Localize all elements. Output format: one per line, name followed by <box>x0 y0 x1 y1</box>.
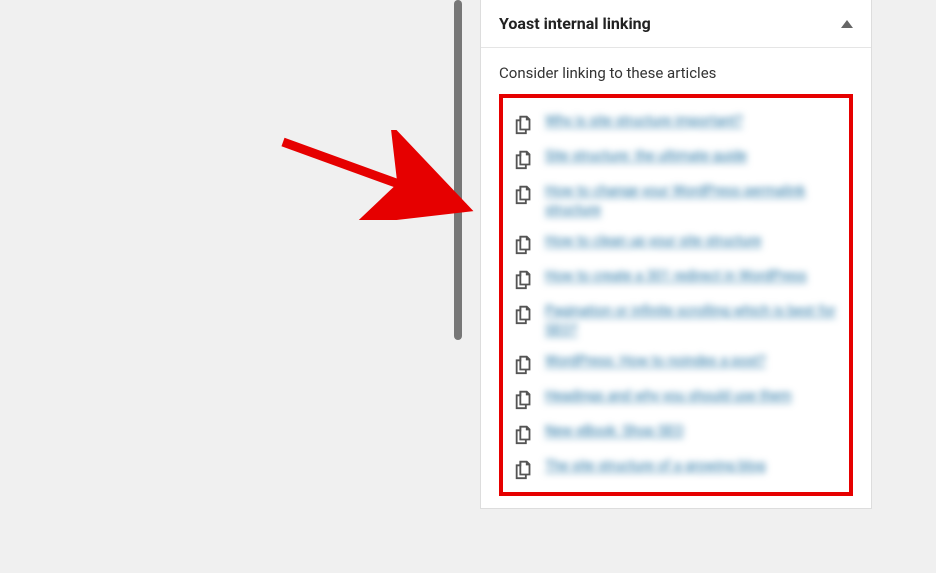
panel-header[interactable]: Yoast internal linking <box>481 0 871 48</box>
list-item: How to clean up your site structure <box>513 226 839 261</box>
list-item: WordPress: How to noindex a post? <box>513 346 839 381</box>
list-item: New eBook: Shop SEO <box>513 416 839 451</box>
panel-body: Consider linking to these articles Why i… <box>481 48 871 508</box>
list-item: Pagination or infinite scrolling which i… <box>513 296 839 346</box>
list-item: The site structure of a growing blog <box>513 451 839 486</box>
suggested-link[interactable]: How to create a 301 redirect in WordPres… <box>545 267 807 286</box>
copy-page-icon[interactable] <box>513 148 535 170</box>
suggested-link[interactable]: How to clean up your site structure <box>545 232 761 251</box>
copy-page-icon[interactable] <box>513 353 535 375</box>
list-item: How to create a 301 redirect in WordPres… <box>513 261 839 296</box>
list-item: Headings and why you should use them <box>513 381 839 416</box>
copy-page-icon[interactable] <box>513 388 535 410</box>
scrollbar-thumb[interactable] <box>454 0 462 340</box>
copy-page-icon[interactable] <box>513 423 535 445</box>
suggested-link[interactable]: The site structure of a growing blog <box>545 457 765 476</box>
copy-page-icon[interactable] <box>513 113 535 135</box>
collapse-toggle-icon[interactable] <box>841 20 853 28</box>
copy-page-icon[interactable] <box>513 268 535 290</box>
yoast-internal-linking-panel: Yoast internal linking Consider linking … <box>480 0 872 509</box>
panel-title: Yoast internal linking <box>499 14 651 33</box>
copy-page-icon[interactable] <box>513 303 535 325</box>
suggested-link[interactable]: How to change your WordPress permalink s… <box>545 182 839 220</box>
suggested-link[interactable]: Why is site structure important? <box>545 112 743 131</box>
copy-page-icon[interactable] <box>513 233 535 255</box>
suggested-link[interactable]: New eBook: Shop SEO <box>545 422 684 441</box>
suggested-link[interactable]: Site structure: the ultimate guide <box>545 147 747 166</box>
copy-page-icon[interactable] <box>513 183 535 205</box>
list-item: Site structure: the ultimate guide <box>513 141 839 176</box>
suggested-link[interactable]: WordPress: How to noindex a post? <box>545 352 766 371</box>
list-item: How to change your WordPress permalink s… <box>513 176 839 226</box>
copy-page-icon[interactable] <box>513 458 535 480</box>
list-item: Why is site structure important? <box>513 106 839 141</box>
suggested-link[interactable]: Headings and why you should use them <box>545 387 792 406</box>
suggested-links-highlight: Why is site structure important? Site st… <box>499 94 853 496</box>
suggested-link[interactable]: Pagination or infinite scrolling which i… <box>545 302 839 340</box>
panel-subheading: Consider linking to these articles <box>499 64 853 82</box>
